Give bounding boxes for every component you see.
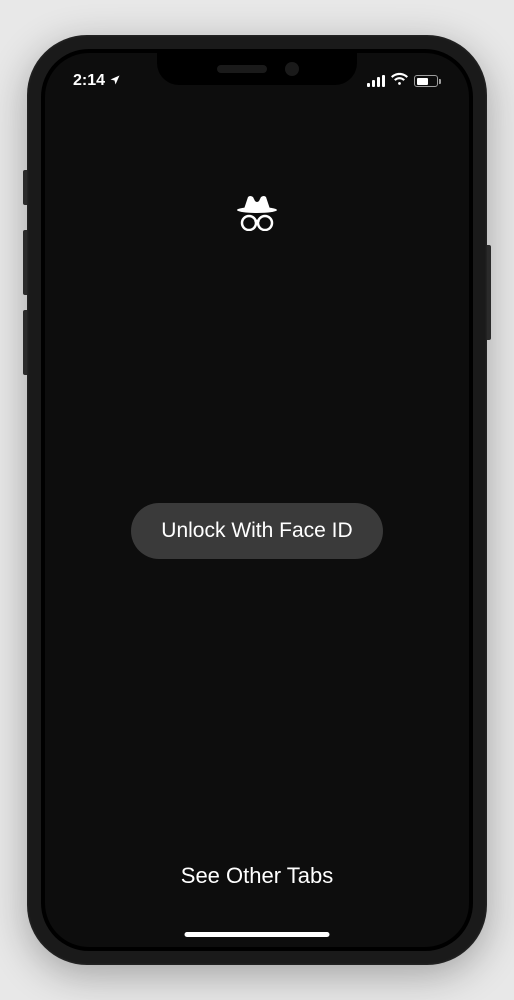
status-left: 2:14 bbox=[73, 64, 121, 90]
power-button bbox=[487, 245, 491, 340]
mute-switch bbox=[23, 170, 27, 205]
battery-icon bbox=[414, 75, 441, 87]
signal-icon bbox=[367, 75, 385, 87]
status-right bbox=[367, 64, 441, 90]
home-indicator[interactable] bbox=[185, 932, 330, 937]
volume-down-button bbox=[23, 310, 27, 375]
screen: 2:14 bbox=[45, 53, 469, 947]
wifi-icon bbox=[391, 72, 408, 90]
status-time: 2:14 bbox=[73, 72, 105, 90]
content-area: Unlock With Face ID See Other Tabs bbox=[45, 53, 469, 947]
incognito-icon bbox=[236, 193, 278, 231]
notch bbox=[157, 53, 357, 85]
phone-bezel: 2:14 bbox=[41, 49, 473, 951]
phone-frame: 2:14 bbox=[27, 35, 487, 965]
unlock-face-id-button[interactable]: Unlock With Face ID bbox=[131, 503, 382, 559]
see-other-tabs-button[interactable]: See Other Tabs bbox=[181, 863, 333, 889]
volume-up-button bbox=[23, 230, 27, 295]
location-icon bbox=[109, 74, 121, 89]
